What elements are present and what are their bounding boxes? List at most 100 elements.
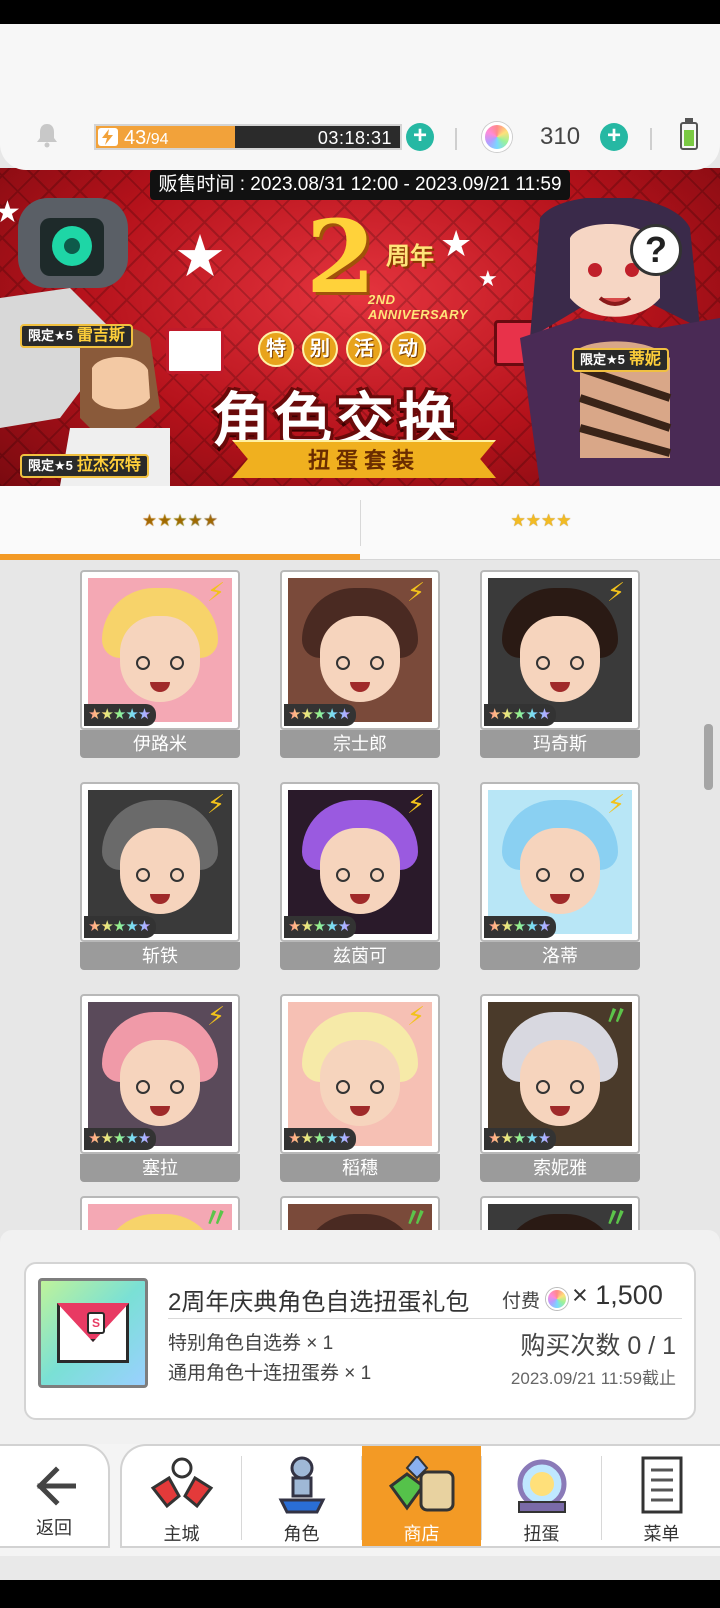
character-card[interactable]: ⚡ ★★★★★ 稻穗 — [280, 994, 440, 1184]
character-name: 伊路米 — [80, 730, 240, 758]
wind-element-icon: 〃 — [402, 1203, 429, 1230]
product-title: 2周年庆典角色自选扭蛋礼包 — [168, 1289, 470, 1316]
gem-icon — [546, 1288, 568, 1310]
character-card[interactable]: ⚡ ★★★★★ 洛蒂 — [480, 782, 640, 972]
battery-icon — [680, 118, 698, 150]
character-grid: ⚡ ★★★★★ 伊路米 ⚡ ★★★★★ 宗士郎 ⚡ ★★★★★ 玛奇斯 ⚡ ★★★★★ 斩铁 ⚡ ★★★★… — [0, 560, 720, 1230]
character-card[interactable]: 〃 — [80, 1196, 240, 1230]
nav-tabs: 主城 角色 商店 扭蛋 菜单 — [120, 1444, 720, 1548]
banner-subtitle: 扭蛋套装 — [232, 440, 496, 478]
pay-label: 付费 — [502, 1291, 541, 1312]
event-banner[interactable]: 贩售时间 : 2023.08/31 12:00 - 2023.09/21 11:… — [0, 168, 720, 486]
product-item: 特别角色自选券 × 1 — [168, 1333, 334, 1354]
gem-icon — [482, 122, 512, 152]
nav-item-characters[interactable]: 角色 — [242, 1446, 361, 1546]
gem-count: 310 — [540, 123, 581, 150]
rarity-stars: ★★★★★ — [84, 704, 157, 726]
tab-5-star[interactable]: ★★★★★ — [0, 486, 360, 560]
wind-element-icon: 〃 — [602, 1001, 629, 1031]
system-nav-bar — [0, 1580, 720, 1608]
lightning-element-icon: ⚡ — [406, 789, 426, 819]
scrollbar[interactable] — [704, 724, 713, 790]
wind-element-icon: 〃 — [602, 1203, 629, 1230]
character-card[interactable]: 〃 ★★★★★ 索妮雅 — [480, 994, 640, 1184]
ticket-icon — [166, 328, 224, 374]
nav-item-home[interactable]: 主城 — [122, 1446, 241, 1546]
limited-tag-ragelt: 限定★5 拉杰尔特 — [20, 454, 149, 478]
character-icon — [278, 1456, 325, 1514]
character-card[interactable]: ⚡ ★★★★★ 宗士郎 — [280, 570, 440, 760]
rarity-stars: ★★★★★ — [484, 916, 557, 938]
portrait-frame: 〃 — [280, 1196, 440, 1230]
add-stamina-button[interactable]: + — [406, 123, 434, 151]
system-status-bar — [0, 0, 720, 24]
character-card[interactable]: ⚡ ★★★★★ 斩铁 — [80, 782, 240, 972]
character-card[interactable]: ⚡ ★★★★★ 伊路米 — [80, 570, 240, 760]
character-card[interactable]: 〃 — [280, 1196, 440, 1230]
rarity-stars: ★★★★★ — [484, 1128, 557, 1150]
star-decoration-icon: ★ — [478, 266, 498, 291]
portrait-frame: 〃 ★★★★★ — [480, 994, 640, 1154]
purchase-deadline: 2023.09/21 11:59截止 — [510, 1369, 676, 1388]
divider — [455, 128, 457, 150]
rarity-stars: ★★★★★ — [284, 1128, 357, 1150]
purchase-count: 购买次数 0 / 1 — [520, 1332, 676, 1360]
portrait-frame: ⚡ ★★★★★ — [280, 782, 440, 942]
nav-item-gacha[interactable]: 扭蛋 — [482, 1446, 601, 1546]
character-card[interactable]: ⚡ ★★★★★ 塞拉 — [80, 994, 240, 1184]
character-name: 宗士郎 — [280, 730, 440, 758]
lightning-element-icon: ⚡ — [206, 577, 226, 607]
divider — [650, 128, 652, 150]
portrait-frame: 〃 — [480, 1196, 640, 1230]
character-card[interactable]: 〃 — [480, 1196, 640, 1230]
gacha-icon — [517, 1459, 566, 1513]
resource-bar: 43/94 03:18:31 + 310 + — [0, 24, 720, 170]
gesture-bar — [0, 1556, 720, 1580]
character-name: 斩铁 — [80, 942, 240, 970]
portrait-frame: ⚡ ★★★★★ — [280, 994, 440, 1154]
app-screen: 43/94 03:18:31 + 310 + 贩售时间 : 2023.08/31… — [0, 24, 720, 1580]
character-card[interactable]: ⚡ ★★★★★ 玛奇斯 — [480, 570, 640, 760]
portrait-frame: ⚡ ★★★★★ — [80, 782, 240, 942]
character-art-tiny — [520, 198, 720, 486]
add-gem-button[interactable]: + — [600, 123, 628, 151]
gift-envelope-icon: S — [38, 1278, 148, 1388]
rarity-tabs: ★★★★★ ★★★★ — [0, 486, 720, 560]
rarity-stars: ★★★★★ — [284, 704, 357, 726]
divider — [168, 1318, 682, 1319]
back-label: 返回 — [36, 1518, 72, 1538]
bottom-nav: 返回 主城 角色 商店 扭蛋 菜单 — [0, 1444, 720, 1556]
portrait-frame: ⚡ ★★★★★ — [80, 994, 240, 1154]
portrait-frame: 〃 — [80, 1196, 240, 1230]
character-name: 索妮雅 — [480, 1154, 640, 1182]
nav-item-menu[interactable]: 菜单 — [602, 1446, 720, 1546]
home-icon — [150, 1457, 213, 1509]
lightning-element-icon: ⚡ — [606, 789, 626, 819]
lightning-element-icon: ⚡ — [206, 789, 226, 819]
star-decoration-icon: ★ — [174, 224, 226, 289]
wind-element-icon: 〃 — [202, 1203, 229, 1230]
stamina-timer: 03:18:31 — [317, 128, 392, 148]
nav-item-shop[interactable]: 商店 — [362, 1446, 481, 1546]
character-card[interactable]: ⚡ ★★★★★ 兹茵可 — [280, 782, 440, 972]
portrait-frame: ⚡ ★★★★★ — [80, 570, 240, 730]
stamina-bar: 43/94 03:18:31 — [94, 124, 402, 150]
stamina-icon — [98, 128, 118, 146]
menu-list-icon — [641, 1456, 682, 1514]
rarity-stars: ★★★★★ — [84, 1128, 157, 1150]
character-name: 洛蒂 — [480, 942, 640, 970]
limited-tag-tiny: 限定★5 蒂妮 — [572, 348, 669, 372]
tab-4-star[interactable]: ★★★★ — [362, 486, 720, 560]
back-button[interactable]: 返回 — [0, 1444, 110, 1548]
lightning-element-icon: ⚡ — [606, 577, 626, 607]
portrait-frame: ⚡ ★★★★★ — [280, 570, 440, 730]
product-card[interactable]: S 2周年庆典角色自选扭蛋礼包 付费 × 1,500 特别角色自选券 × 1 通… — [24, 1262, 696, 1420]
lightning-element-icon: ⚡ — [406, 1001, 426, 1031]
character-name: 兹茵可 — [280, 942, 440, 970]
help-button[interactable]: ? — [630, 224, 682, 276]
lightning-element-icon: ⚡ — [206, 1001, 226, 1031]
lightning-element-icon: ⚡ — [406, 577, 426, 607]
bell-icon[interactable] — [34, 122, 60, 148]
rarity-stars: ★★★★★ — [84, 916, 157, 938]
rarity-stars: ★★★★★ — [284, 916, 357, 938]
